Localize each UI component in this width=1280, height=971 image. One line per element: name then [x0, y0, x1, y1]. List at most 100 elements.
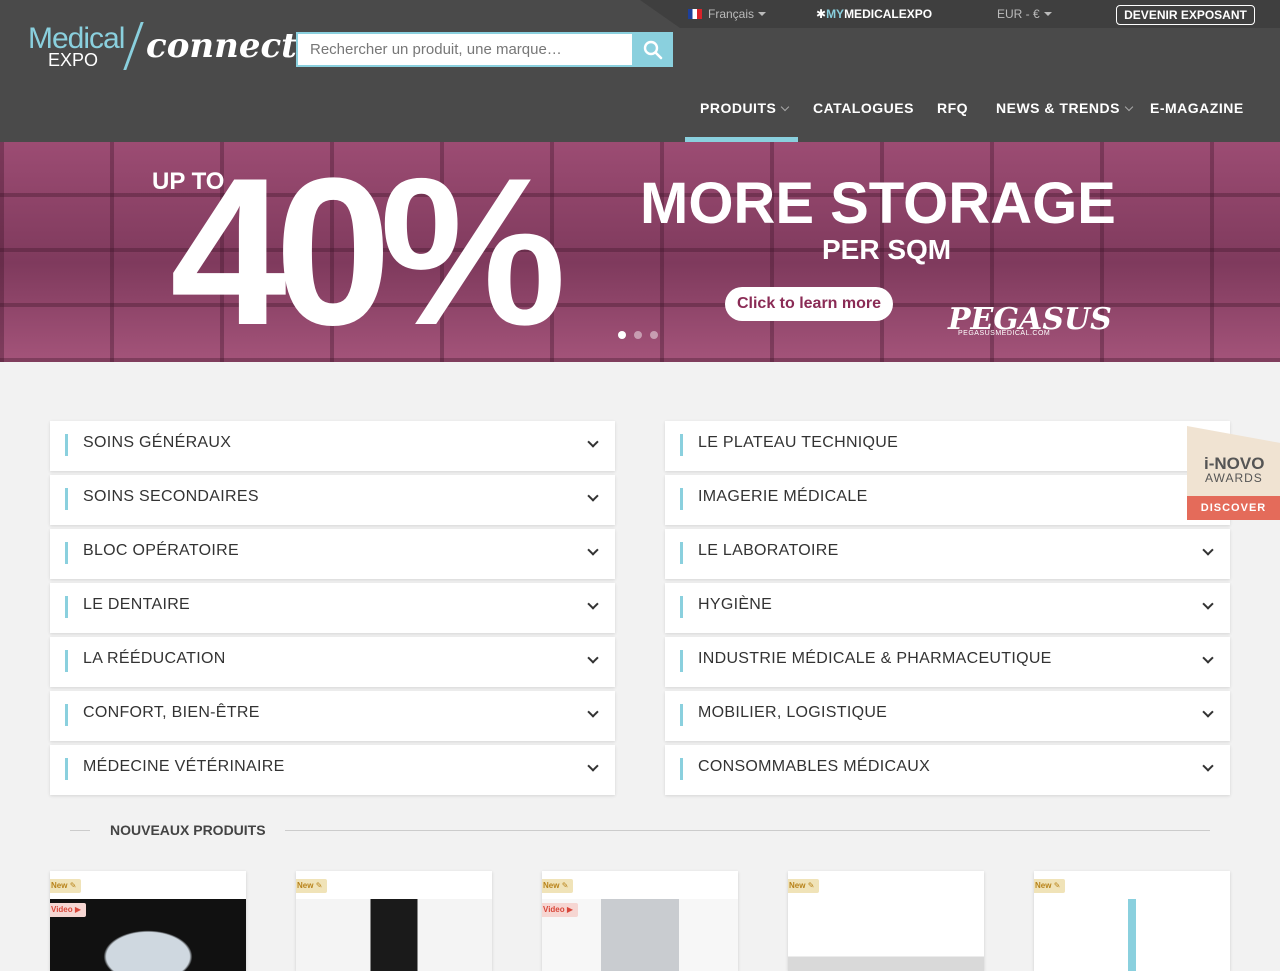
mymedicalexpo-link[interactable]: ✱MYMEDICALEXPO — [816, 7, 932, 21]
category-item[interactable]: HYGIÈNE — [665, 583, 1230, 633]
tag-icon: ✎ — [1053, 881, 1061, 890]
logo-slash — [123, 22, 144, 70]
language-selector[interactable]: Français — [688, 7, 767, 21]
category-accent-bar — [65, 542, 68, 564]
nav-label: CATALOGUES — [813, 100, 914, 116]
new-products-heading: NOUVEAUX PRODUITS — [70, 822, 1210, 840]
logo-expo: EXPO — [48, 50, 99, 70]
category-item[interactable]: INDUSTRIE MÉDICALE & PHARMACEUTIQUE — [665, 637, 1230, 687]
category-accent-bar — [65, 434, 68, 456]
category-item[interactable]: SOINS SECONDAIRES — [50, 475, 615, 525]
new-badge: New ✎ — [542, 879, 574, 893]
category-item[interactable]: BLOC OPÉRATOIRE — [50, 529, 615, 579]
nav-news-trends[interactable]: NEWS & TRENDS — [996, 100, 1134, 116]
video-badge: Video ▶ — [50, 903, 87, 917]
chevron-down-icon — [1202, 544, 1214, 556]
mymx-label: MEDICALEXPO — [844, 7, 933, 21]
category-item[interactable]: MOBILIER, LOGISTIQUE — [665, 691, 1230, 741]
category-item[interactable]: CONSOMMABLES MÉDICAUX — [665, 745, 1230, 795]
category-label: SOINS SECONDAIRES — [83, 488, 259, 505]
badge-label: Video — [51, 905, 73, 914]
badge-label: New — [51, 881, 68, 890]
currency-label: EUR - € — [997, 7, 1040, 21]
inovo-discover-button[interactable]: DISCOVER — [1187, 496, 1280, 520]
category-item[interactable]: MÉDECINE VÉTÉRINAIRE — [50, 745, 615, 795]
search-button[interactable] — [632, 32, 673, 67]
logo[interactable]: Medical EXPO connect — [28, 22, 297, 74]
video-badge: Video ▶ — [542, 903, 579, 917]
category-label: LE PLATEAU TECHNIQUE — [698, 434, 899, 451]
category-label: CONFORT, BIEN-ÊTRE — [83, 704, 260, 721]
caret-down-icon — [758, 12, 767, 16]
site-header: Medical EXPO connect Français ✱MYMEDICAL… — [0, 0, 1280, 142]
category-item[interactable]: LE LABORATOIRE — [665, 529, 1230, 579]
nav-catalogues[interactable]: CATALOGUES — [813, 100, 914, 116]
promo-banner[interactable]: UP TO 40% MORE STORAGE PER SQM Click to … — [0, 142, 1280, 362]
category-label: HYGIÈNE — [698, 596, 773, 613]
chevron-down-icon — [1124, 102, 1134, 112]
category-label: INDUSTRIE MÉDICALE & PHARMACEUTIQUE — [698, 650, 1052, 667]
category-label: LE LABORATOIRE — [698, 542, 839, 559]
nav-label: PRODUITS — [700, 100, 777, 116]
chevron-down-icon — [587, 598, 599, 610]
category-accent-bar — [680, 542, 683, 564]
product-image[interactable] — [788, 899, 984, 971]
tag-icon: ✎ — [807, 881, 815, 890]
category-label: SOINS GÉNÉRAUX — [83, 434, 232, 451]
play-icon: ▶ — [74, 905, 82, 914]
category-accent-bar — [680, 596, 683, 618]
tag-icon: ✎ — [561, 881, 569, 890]
product-card[interactable]: New ✎ — [788, 871, 984, 971]
chevron-down-icon — [587, 706, 599, 718]
product-card[interactable]: New ✎ Video ▶ — [542, 871, 738, 971]
category-item[interactable]: LE DENTAIRE — [50, 583, 615, 633]
chevron-down-icon — [1202, 760, 1214, 772]
category-accent-bar — [65, 704, 68, 726]
category-accent-bar — [680, 704, 683, 726]
nav-rfq[interactable]: RFQ — [937, 100, 968, 116]
mymx-my: MY — [826, 7, 845, 21]
category-accent-bar — [680, 758, 683, 780]
chevron-down-icon — [1202, 598, 1214, 610]
currency-selector[interactable]: EUR - € — [997, 7, 1052, 21]
nav-e-magazine[interactable]: E-MAGAZINE — [1150, 100, 1244, 116]
badge-label: Video — [543, 905, 565, 914]
chevron-down-icon — [587, 544, 599, 556]
new-badge: New ✎ — [296, 879, 328, 893]
new-badge: New ✎ — [788, 879, 820, 893]
inovo-awards-badge[interactable]: i-NOVO AWARDS DISCOVER — [1187, 426, 1280, 520]
new-badge: New ✎ — [1034, 879, 1066, 893]
banner-headline: MORE STORAGE — [640, 171, 1116, 236]
badge-label: New — [1035, 881, 1052, 890]
chevron-down-icon — [1202, 706, 1214, 718]
become-exhibitor-button[interactable]: DEVENIR EXPOSANT — [1116, 5, 1255, 25]
nav-label: E-MAGAZINE — [1150, 100, 1244, 116]
new-badge: New ✎ — [50, 879, 82, 893]
search-box — [296, 32, 673, 67]
chevron-down-icon — [587, 436, 599, 448]
product-card[interactable]: New ✎ — [1034, 871, 1230, 971]
caret-down-icon — [1043, 12, 1052, 16]
divider — [70, 830, 90, 831]
product-image[interactable] — [1034, 899, 1230, 971]
category-item[interactable]: LA RÉÉDUCATION — [50, 637, 615, 687]
nav-produits[interactable]: PRODUITS — [700, 100, 790, 116]
product-card[interactable]: New ✎ Video ▶ — [50, 871, 246, 971]
carousel-dot[interactable] — [618, 331, 626, 339]
category-label: CONSOMMABLES MÉDICAUX — [698, 758, 931, 775]
search-input[interactable] — [296, 32, 632, 67]
category-accent-bar — [680, 434, 683, 456]
carousel-dot[interactable] — [634, 331, 642, 339]
category-item[interactable]: CONFORT, BIEN-ÊTRE — [50, 691, 615, 741]
banner-cta-button[interactable]: Click to learn more — [725, 287, 893, 321]
category-item[interactable]: IMAGERIE MÉDICALE — [665, 475, 1230, 525]
category-label: LE DENTAIRE — [83, 596, 191, 613]
category-item[interactable]: LE PLATEAU TECHNIQUE — [665, 421, 1230, 471]
product-card[interactable]: New ✎ — [296, 871, 492, 971]
category-item[interactable]: SOINS GÉNÉRAUX — [50, 421, 615, 471]
chevron-down-icon — [587, 652, 599, 664]
carousel-dot[interactable] — [650, 331, 658, 339]
product-image[interactable] — [296, 899, 492, 971]
category-label: IMAGERIE MÉDICALE — [698, 488, 868, 505]
search-icon — [643, 40, 662, 59]
